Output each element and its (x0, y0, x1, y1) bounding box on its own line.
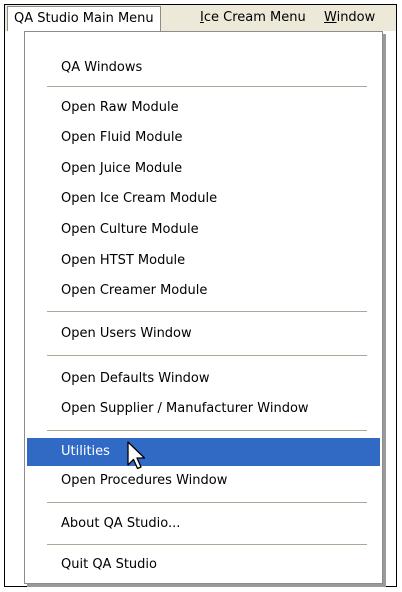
menu-separator (47, 355, 367, 356)
menu-item-open-raw-module[interactable]: Open Raw Module (27, 94, 380, 122)
menu-bar: QA Studio Main Menu Ice Cream Menu Windo… (5, 5, 396, 31)
menu-item-utilities[interactable]: Utilities (27, 438, 380, 466)
menu-item-open-htst-module[interactable]: Open HTST Module (27, 247, 380, 275)
menu-item-about-qa-studio[interactable]: About QA Studio... (27, 510, 380, 538)
menubar-label: ce Cream Menu (203, 10, 306, 25)
menu-item-open-ice-cream-module[interactable]: Open Ice Cream Module (27, 185, 380, 213)
menu-item-open-procedures-window[interactable]: Open Procedures Window (27, 467, 380, 495)
menu-item-qa-windows[interactable]: QA Windows (27, 54, 380, 82)
main-menu-dropdown: QA Windows Open Raw Module Open Fluid Mo… (24, 31, 383, 584)
menubar-qa-studio-main-menu[interactable]: QA Studio Main Menu (7, 6, 161, 31)
menu-item-open-users-window[interactable]: Open Users Window (27, 320, 380, 348)
menu-item-open-fluid-module[interactable]: Open Fluid Module (27, 124, 380, 152)
menubar-window[interactable]: Window (318, 5, 381, 31)
menu-separator (47, 86, 367, 87)
menu-item-open-juice-module[interactable]: Open Juice Module (27, 155, 380, 183)
menu-separator (47, 502, 367, 503)
menu-item-quit-qa-studio[interactable]: Quit QA Studio (27, 551, 380, 579)
accelerator-key: W (324, 10, 337, 25)
menu-separator (47, 544, 367, 545)
menu-separator (47, 430, 367, 431)
menubar-label: QA Studio Main Menu (14, 11, 154, 26)
menu-item-open-supplier-manufacturer-window[interactable]: Open Supplier / Manufacturer Window (27, 395, 380, 423)
menubar-ice-cream-menu[interactable]: Ice Cream Menu (194, 5, 312, 31)
menu-separator (47, 311, 367, 312)
menu-item-open-defaults-window[interactable]: Open Defaults Window (27, 365, 380, 393)
menu-item-open-culture-module[interactable]: Open Culture Module (27, 216, 380, 244)
menu-item-open-creamer-module[interactable]: Open Creamer Module (27, 277, 380, 305)
mouse-pointer-icon (127, 441, 146, 470)
menubar-label: indow (336, 10, 376, 25)
